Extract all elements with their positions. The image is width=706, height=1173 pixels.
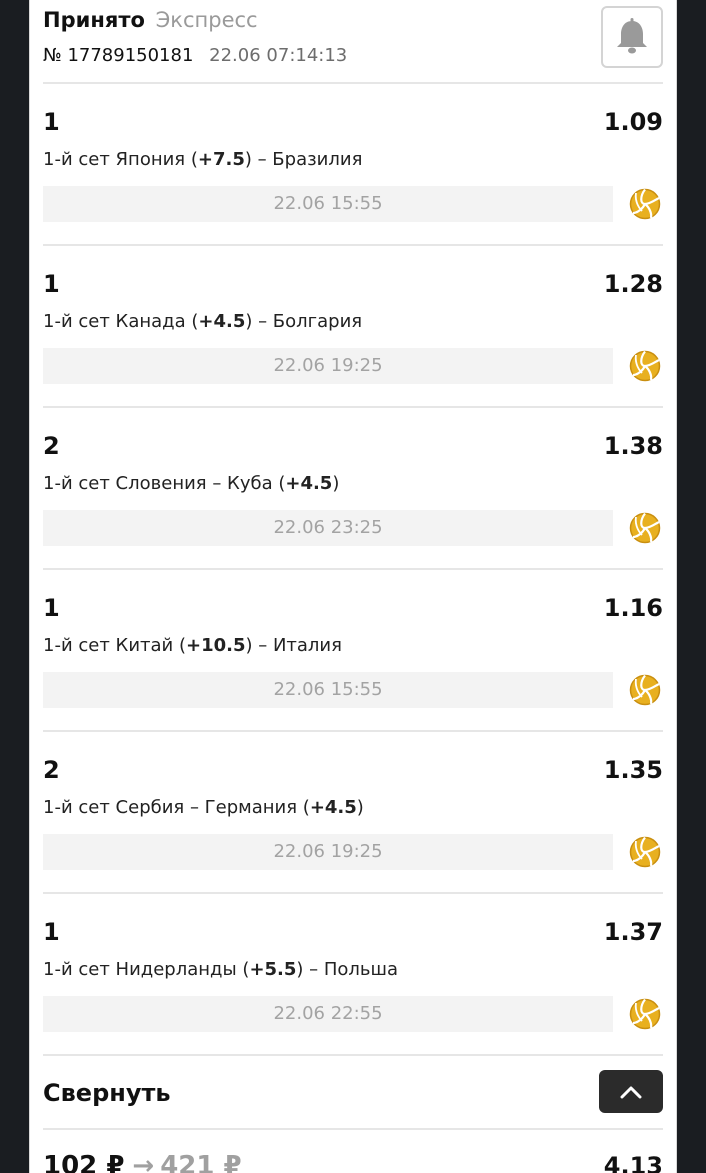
selection-time: 22.06 19:25: [43, 348, 613, 384]
selection-odds: 1.09: [603, 108, 663, 136]
selection-item[interactable]: 2 1.35 1-й сет Сербия – Германия (+4.5) …: [43, 732, 663, 894]
market-text: 1-й сет Сербия – Германия (: [43, 797, 310, 818]
selection-odds: 1.37: [603, 918, 663, 946]
market-text: 1-й сет Словения – Куба (: [43, 473, 286, 494]
market-text: 1-й сет Канада (: [43, 311, 199, 332]
market-handicap: +4.5: [285, 473, 333, 494]
market-handicap: +4.5: [198, 311, 246, 332]
market-text-end: ) – Италия: [245, 635, 342, 656]
market-handicap: +7.5: [197, 149, 245, 170]
market-text-end: ) – Польша: [296, 959, 399, 980]
selection-outcome: 1: [43, 918, 60, 946]
market-text-end: ) – Болгария: [245, 311, 363, 332]
bet-type: Экспресс: [155, 8, 258, 32]
volleyball-icon: [629, 836, 661, 868]
status-line: Принято Экспресс: [43, 6, 258, 34]
selection-time: 22.06 19:25: [43, 834, 613, 870]
selections-list: 1 1.09 1-й сет Япония (+7.5) – Бразилия …: [43, 84, 663, 1056]
stake-amount: 102 ₽: [43, 1151, 125, 1173]
bell-icon: [617, 18, 647, 54]
selection-odds: 1.38: [603, 432, 663, 460]
volleyball-icon: [629, 350, 661, 382]
arrow-right-icon: →: [132, 1151, 155, 1173]
selection-time: 22.06 15:55: [43, 672, 613, 708]
selection-outcome: 2: [43, 432, 60, 460]
selection-outcome: 1: [43, 270, 60, 298]
bet-number: № 17789150181: [43, 45, 194, 66]
market-text: 1-й сет Китай (: [43, 635, 186, 656]
volleyball-icon: [629, 512, 661, 544]
selection-item[interactable]: 1 1.16 1-й сет Китай (+10.5) – Италия 22…: [43, 570, 663, 732]
selection-market: 1-й сет Нидерланды (+5.5) – Польша: [43, 958, 398, 982]
selection-outcome: 1: [43, 108, 60, 136]
collapse-label[interactable]: Свернуть: [43, 1078, 171, 1108]
market-handicap: +5.5: [249, 959, 297, 980]
bet-card-content: Принято Экспресс № 17789150181 22.06 07:…: [43, 0, 663, 1173]
summary-row: 102 ₽ → 421 ₽ 4.13: [43, 1130, 663, 1173]
collapse-row[interactable]: Свернуть: [43, 1056, 663, 1130]
market-handicap: +4.5: [309, 797, 357, 818]
stake-line: 102 ₽ → 421 ₽: [43, 1150, 242, 1173]
bet-datetime: 22.06 07:14:13: [209, 45, 348, 66]
selection-outcome: 2: [43, 756, 60, 784]
selection-item[interactable]: 1 1.28 1-й сет Канада (+4.5) – Болгария …: [43, 246, 663, 408]
bet-status: Принято: [43, 8, 145, 32]
selection-time: 22.06 23:25: [43, 510, 613, 546]
selection-outcome: 1: [43, 594, 60, 622]
selection-odds: 1.16: [603, 594, 663, 622]
volleyball-icon: [629, 998, 661, 1030]
selection-odds: 1.35: [603, 756, 663, 784]
selection-market: 1-й сет Япония (+7.5) – Бразилия: [43, 148, 362, 172]
volleyball-icon: [629, 674, 661, 706]
market-text: 1-й сет Япония (: [43, 149, 198, 170]
bet-card: Принято Экспресс № 17789150181 22.06 07:…: [29, 0, 677, 1173]
volleyball-icon: [629, 188, 661, 220]
collapse-button[interactable]: [599, 1070, 663, 1113]
selection-item[interactable]: 1 1.09 1-й сет Япония (+7.5) – Бразилия …: [43, 84, 663, 246]
total-odds: 4.13: [603, 1152, 663, 1173]
selection-market: 1-й сет Китай (+10.5) – Италия: [43, 634, 342, 658]
market-text-end: ) – Бразилия: [244, 149, 363, 170]
notification-button[interactable]: [601, 6, 663, 68]
selection-time: 22.06 15:55: [43, 186, 613, 222]
selection-market: 1-й сет Сербия – Германия (+4.5): [43, 796, 364, 820]
payout-amount: 421 ₽: [160, 1151, 242, 1173]
chevron-up-icon: [620, 1086, 642, 1098]
selection-market: 1-й сет Канада (+4.5) – Болгария: [43, 310, 362, 334]
selection-item[interactable]: 1 1.37 1-й сет Нидерланды (+5.5) – Польш…: [43, 894, 663, 1056]
market-text: 1-й сет Нидерланды (: [43, 959, 250, 980]
selection-market: 1-й сет Словения – Куба (+4.5): [43, 472, 339, 496]
market-text-end: ): [332, 473, 340, 494]
market-text-end: ): [356, 797, 364, 818]
selection-time: 22.06 22:55: [43, 996, 613, 1032]
bet-id-line: № 17789150181 22.06 07:14:13: [43, 44, 347, 68]
selection-item[interactable]: 2 1.38 1-й сет Словения – Куба (+4.5) 22…: [43, 408, 663, 570]
selection-odds: 1.28: [603, 270, 663, 298]
market-handicap: +10.5: [185, 635, 246, 656]
bet-header: Принято Экспресс № 17789150181 22.06 07:…: [43, 0, 663, 84]
